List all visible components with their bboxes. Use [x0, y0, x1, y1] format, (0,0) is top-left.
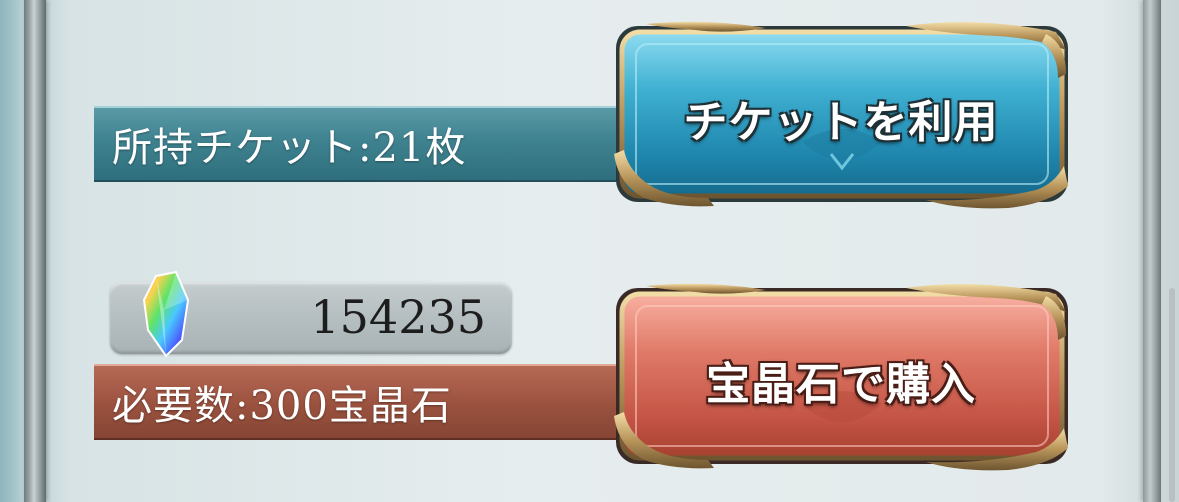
crystal-balance-box: 154235: [110, 270, 512, 358]
scrollbar[interactable]: [1169, 288, 1175, 502]
crystal-balance-value: 154235: [310, 290, 486, 344]
buy-with-crystals-button-label: 宝晶石で購入: [706, 359, 976, 410]
required-crystals-label: 必要数:300宝晶石: [94, 364, 634, 440]
right-frame-rail: [1143, 0, 1161, 502]
left-frame-rail: [24, 0, 46, 502]
use-ticket-button[interactable]: チケットを利用: [606, 14, 1076, 210]
use-ticket-button-label: チケットを利用: [683, 97, 999, 148]
owned-tickets-label: 所持チケット:21枚: [94, 106, 634, 182]
buy-with-crystals-button[interactable]: 宝晶石で購入: [606, 276, 1076, 472]
gacha-purchase-panel: 所持チケット:21枚 チケットを利用 154235 必要数:300宝晶石 宝晶石…: [0, 0, 1179, 502]
rainbow-crystal-icon: [142, 270, 190, 358]
